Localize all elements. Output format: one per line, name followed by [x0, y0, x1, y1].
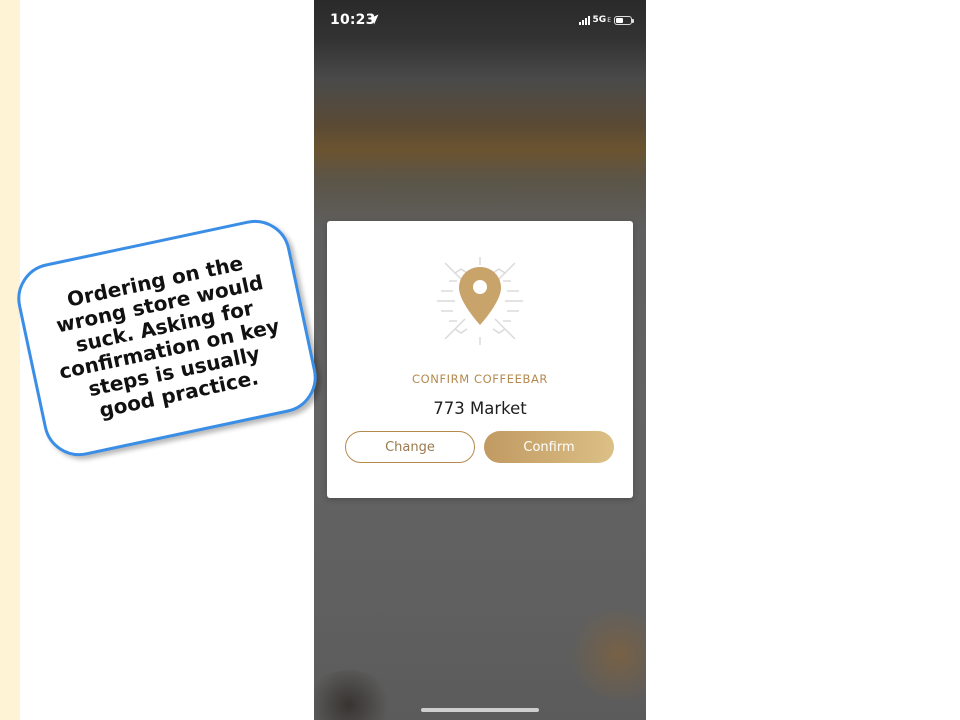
signal-icon [578, 15, 590, 25]
home-indicator [421, 708, 539, 712]
location-arrow-icon [368, 14, 379, 25]
store-name: 773 Market [433, 399, 527, 418]
status-bar: 10:23 5G E [314, 0, 646, 40]
map-pin-icon [437, 257, 523, 345]
background-blur-spot [564, 610, 646, 700]
change-button[interactable]: Change [345, 431, 475, 463]
confirm-coffeebar-dialog: CONFIRM COFFEEBAR 773 Market Change Conf… [327, 221, 633, 498]
dialog-label: CONFIRM COFFEEBAR [411, 372, 549, 386]
status-indicators: 5G E [578, 13, 634, 27]
battery-icon [614, 15, 634, 25]
phone-screenshot: 10:23 5G E CONFIRM COFFEEBAR 773 Market … [314, 0, 646, 720]
side-strip [0, 0, 20, 720]
background-blur-spot [314, 670, 394, 720]
annotation-callout: Ordering on the wrong store would suck. … [10, 213, 324, 463]
network-sub-label: E [607, 16, 611, 24]
confirm-button[interactable]: Confirm [484, 431, 614, 463]
network-label: 5G [592, 15, 607, 25]
callout-text: Ordering on the wrong store would suck. … [54, 250, 282, 423]
